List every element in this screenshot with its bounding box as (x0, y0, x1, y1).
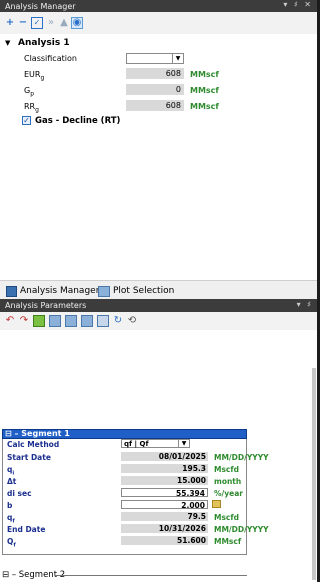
refresh-icon[interactable]: ↻ (113, 316, 123, 326)
segment-remove-icon[interactable] (65, 315, 77, 327)
segment1-title: Segment 1 (21, 429, 70, 438)
segment2-line (55, 575, 247, 576)
start-date-unit: MM/DD/YYYY (214, 453, 269, 462)
analysis-root-label[interactable]: Analysis 1 (18, 38, 70, 48)
cum-qf-value: 51.600 (121, 536, 208, 545)
classification-label: Classification (24, 54, 77, 63)
segment-add-icon[interactable] (49, 315, 61, 327)
qf-value: 79.5 (121, 512, 208, 521)
eye-icon[interactable]: ◉ (71, 17, 83, 29)
check-icon[interactable]: ✓ (31, 17, 43, 29)
start-date-label: Start Date (7, 453, 51, 462)
dt-label: Δt (7, 477, 17, 486)
dt-value: 15.000 (121, 476, 208, 485)
gp-unit: MMscf (190, 86, 219, 95)
analysis-manager-tabs: Analysis Manager Plot Selection (0, 280, 317, 299)
qf-unit: Mscfd (214, 513, 240, 522)
rr-label: RRg (24, 102, 39, 114)
vertical-scrollbar[interactable] (312, 368, 316, 580)
gp-value: 0 (126, 84, 184, 95)
segment-split-icon[interactable] (81, 315, 93, 327)
analysis-manager-toolbar: + − ✓ » ▲ ◉ (0, 12, 317, 34)
expand-arrow-icon[interactable]: ▼ (5, 39, 10, 47)
tab-analysis-manager-label: Analysis Manager (20, 286, 100, 296)
tab-analysis-manager[interactable]: Analysis Manager (6, 284, 99, 298)
undo-icon[interactable]: ↶ (5, 316, 15, 326)
analysis-tree: ▼ Analysis 1 Classification ▼ EURg 608 M… (0, 34, 317, 280)
calc-method-label: Calc Method (7, 440, 60, 449)
parameters-grid: ⊟ – Segment 1 Calc Method qf | Qf ▼ Start… (0, 330, 317, 582)
chart-icon[interactable] (97, 315, 109, 327)
panel-title: Analysis Manager (5, 1, 76, 11)
b-input[interactable]: 2.000 (121, 500, 208, 510)
window-controls[interactable]: ▾ ♯ ✕ (283, 0, 313, 9)
chevrons-icon[interactable]: » (46, 18, 56, 28)
cum-qf-unit: MMscf (214, 537, 242, 546)
rr-value: 608 (126, 100, 184, 111)
gp-label: Gp (24, 86, 35, 98)
rr-unit: MMscf (190, 102, 219, 111)
tab-plot-selection-label: Plot Selection (113, 286, 175, 296)
lock-icon[interactable] (212, 500, 221, 508)
plus-icon[interactable]: + (5, 18, 15, 28)
qf-label: qf (7, 513, 15, 525)
analysis-parameters-titlebar: Analysis Parameters ▾ ♯ (0, 299, 317, 312)
window-controls[interactable]: ▾ ♯ (297, 300, 313, 309)
eur-label: EURg (24, 70, 45, 82)
end-date-label: End Date (7, 525, 46, 534)
minus-icon[interactable]: − (18, 18, 28, 28)
start-date-value: 08/01/2025 (121, 452, 208, 461)
redo-icon[interactable]: ↷ (19, 316, 29, 326)
decline-label[interactable]: Gas - Decline (RT) (35, 116, 120, 126)
eur-unit: MMscf (190, 70, 219, 79)
tab-plot-selection[interactable]: Plot Selection (98, 284, 174, 298)
history-icon[interactable]: ⟲ (127, 316, 137, 326)
qi-unit: Mscfd (214, 465, 240, 474)
panel-title: Analysis Parameters (5, 301, 87, 310)
b-label: b (7, 501, 13, 510)
analysis-manager-titlebar: Analysis Manager ▾ ♯ ✕ (0, 0, 317, 12)
qi-label: qi (7, 465, 15, 477)
chevron-down-icon[interactable]: ▼ (172, 54, 183, 63)
segment-green-icon[interactable] (33, 315, 45, 327)
dt-unit: month (214, 477, 242, 486)
analysis-parameters-toolbar: ↶ ↷ ↻ ⟲ (0, 312, 317, 330)
eur-value: 608 (126, 68, 184, 79)
plot-selection-tab-icon (98, 285, 110, 297)
collapse-icon[interactable]: ⊟ (5, 429, 12, 438)
collapse-icon[interactable]: ⊟ (2, 570, 9, 580)
end-date-unit: MM/DD/YYYY (214, 525, 269, 534)
up-icon[interactable]: ▲ (59, 18, 69, 28)
cum-qf-label: Qf (7, 537, 16, 549)
end-date-value: 10/31/2026 (121, 524, 208, 533)
chevron-down-icon[interactable]: ▼ (178, 440, 189, 447)
di-sec-unit: %/year (214, 489, 243, 498)
analysis-manager-tab-icon (6, 285, 17, 297)
calc-method-select[interactable]: qf | Qf ▼ (121, 439, 190, 448)
classification-select[interactable]: ▼ (126, 53, 184, 64)
di-sec-input[interactable]: 55.394 (121, 488, 208, 498)
decline-checkbox[interactable]: ✓ (22, 116, 31, 125)
di-sec-label: di sec (7, 489, 32, 498)
segment1-header[interactable]: ⊟ – Segment 1 (2, 429, 247, 439)
qi-value: 195.3 (121, 464, 208, 473)
